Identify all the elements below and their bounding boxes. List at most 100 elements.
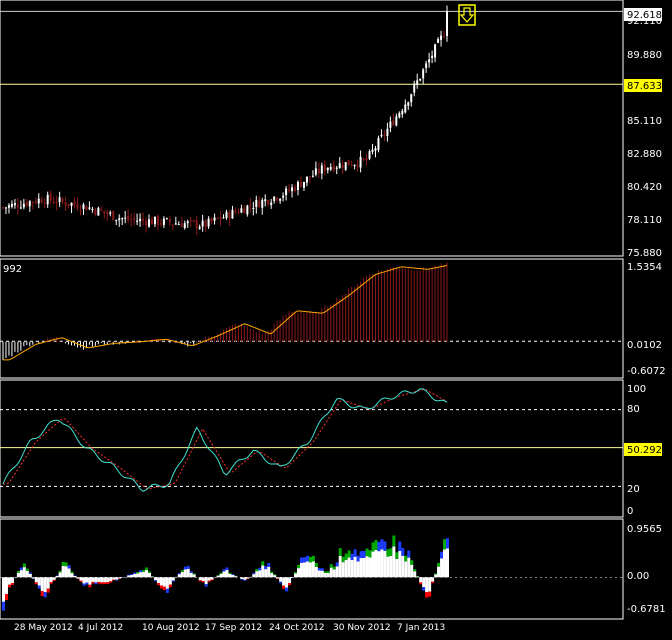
osc-white-bar bbox=[428, 577, 432, 592]
price-candle bbox=[228, 212, 231, 219]
date-tick: 28 May 2012 bbox=[14, 623, 73, 633]
price-candle bbox=[249, 204, 252, 207]
price-candle bbox=[252, 207, 255, 209]
osc-color-bar bbox=[162, 586, 166, 591]
osc-color-bar bbox=[440, 551, 444, 559]
price-candle bbox=[204, 220, 207, 227]
price-candle bbox=[121, 218, 124, 220]
price-candle bbox=[338, 163, 341, 169]
price-candle bbox=[94, 209, 97, 215]
price-candle bbox=[302, 181, 305, 188]
osc-color-bar bbox=[335, 562, 339, 567]
osc-white-bar bbox=[320, 570, 324, 578]
osc-white-bar bbox=[380, 549, 384, 578]
osc-color-bar bbox=[365, 548, 369, 557]
osc-tick: 0.9565 bbox=[627, 524, 662, 535]
price-candle bbox=[446, 11, 448, 37]
osc-color-bar bbox=[422, 587, 426, 591]
osc-color-bar bbox=[299, 557, 303, 563]
osc-white-bar bbox=[91, 577, 95, 582]
stoch-tick: 0 bbox=[627, 506, 633, 517]
osc-color-bar bbox=[270, 571, 274, 574]
osc-white-bar bbox=[353, 556, 357, 578]
price-candle bbox=[431, 55, 434, 58]
osc-tick: 0.00 bbox=[627, 571, 649, 582]
osc-color-bar bbox=[156, 583, 160, 586]
osc-color-bar bbox=[255, 568, 259, 572]
osc-color-bar bbox=[347, 550, 351, 558]
osc-color-bar bbox=[419, 582, 423, 585]
osc-white-bar bbox=[201, 577, 205, 581]
osc-color-bar bbox=[145, 567, 149, 571]
chart-canvas[interactable]: 92.110 89.880 85.110 82.880 80.420 78.11… bbox=[0, 0, 672, 640]
stoch-tick: 20 bbox=[627, 484, 640, 495]
osc-white-bar bbox=[404, 561, 408, 578]
chart-window[interactable]: 92.110 89.880 85.110 82.880 80.420 78.11… bbox=[0, 0, 672, 640]
macd-indicator-label: 992 bbox=[3, 264, 22, 275]
osc-color-bar bbox=[94, 582, 98, 585]
price-candle bbox=[353, 164, 356, 166]
price-candle bbox=[139, 218, 142, 222]
osc-color-bar bbox=[4, 594, 8, 600]
price-candle bbox=[428, 59, 431, 63]
osc-white-bar bbox=[159, 577, 163, 586]
osc-color-bar bbox=[61, 561, 65, 566]
osc-white-bar bbox=[258, 570, 262, 578]
price-candle bbox=[70, 202, 73, 206]
date-tick: 4 Jul 2012 bbox=[78, 623, 123, 633]
price-candle bbox=[326, 167, 329, 171]
osc-color-bar bbox=[374, 540, 378, 550]
price-candle bbox=[350, 165, 353, 167]
osc-white-bar bbox=[70, 573, 74, 578]
osc-color-bar bbox=[389, 548, 393, 556]
osc-white-bar bbox=[228, 574, 232, 578]
osc-white-bar bbox=[97, 577, 101, 582]
osc-white-bar bbox=[365, 556, 369, 578]
price-candle bbox=[13, 203, 16, 206]
price-candle bbox=[255, 199, 258, 208]
osc-color-bar bbox=[231, 574, 235, 575]
osc-white-bar bbox=[305, 561, 309, 578]
osc-color-bar bbox=[392, 535, 396, 547]
price-candle bbox=[297, 181, 300, 191]
osc-color-bar bbox=[282, 585, 286, 589]
macd-signal-line bbox=[3, 265, 448, 361]
osc-white-bar bbox=[16, 572, 20, 578]
price-candle bbox=[344, 162, 347, 170]
price-candle bbox=[213, 217, 216, 221]
osc-white-bar bbox=[94, 577, 98, 583]
price-axis: 92.110 89.880 85.110 82.880 80.420 78.11… bbox=[627, 16, 662, 259]
macd-tick: 1.5354 bbox=[627, 262, 662, 273]
down-arrow-icon[interactable] bbox=[458, 4, 476, 26]
osc-color-bar bbox=[443, 539, 447, 550]
osc-color-bar bbox=[171, 580, 175, 582]
osc-color-bar bbox=[377, 541, 381, 552]
price-candle bbox=[195, 220, 198, 229]
price-candle bbox=[58, 197, 61, 203]
osc-white-bar bbox=[261, 565, 265, 578]
price-candle bbox=[323, 164, 326, 171]
osc-color-bar bbox=[228, 572, 232, 575]
price-candle bbox=[225, 211, 228, 218]
osc-color-bar bbox=[308, 556, 312, 563]
price-candle bbox=[264, 199, 267, 202]
price-candle bbox=[267, 200, 270, 205]
osc-white-bar bbox=[282, 577, 286, 586]
price-candle bbox=[308, 176, 311, 178]
osc-white-bar bbox=[22, 567, 26, 578]
osc-white-bar bbox=[359, 558, 363, 578]
price-candle bbox=[207, 218, 210, 227]
price-candle bbox=[97, 207, 100, 216]
osc-color-bar bbox=[58, 570, 62, 573]
osc-color-bar bbox=[297, 564, 301, 569]
osc-white-bar bbox=[210, 577, 214, 580]
osc-white-bar bbox=[177, 574, 181, 578]
price-candle bbox=[76, 203, 79, 209]
osc-color-bar bbox=[261, 561, 265, 566]
osc-white-bar bbox=[356, 561, 360, 578]
price-candle bbox=[386, 128, 389, 137]
osc-color-bar bbox=[326, 571, 330, 573]
stoch-tick: 100 bbox=[627, 384, 646, 395]
osc-color-bar bbox=[317, 568, 321, 571]
osc-color-bar bbox=[398, 541, 402, 551]
